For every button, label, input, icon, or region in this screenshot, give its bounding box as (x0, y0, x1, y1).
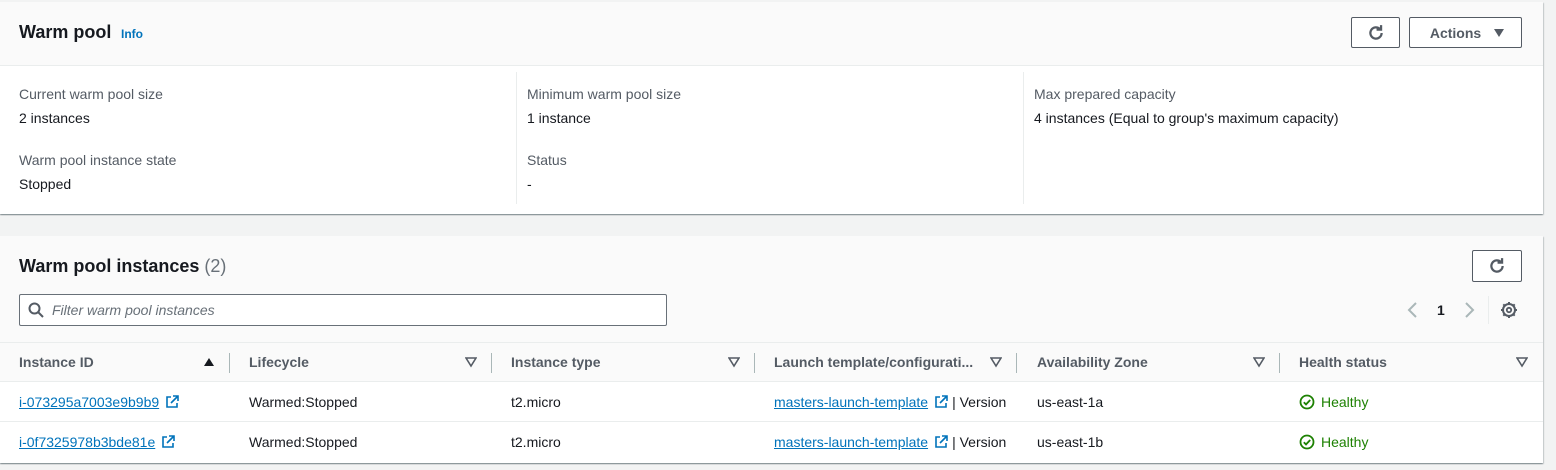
caret-down-icon (1494, 28, 1505, 37)
previous-page-button[interactable] (1406, 300, 1420, 320)
lifecycle-cell: Warmed:Stopped (249, 434, 358, 450)
details-column-1: Current warm pool size 2 instances Warm … (0, 72, 508, 204)
min-size-label: Minimum warm pool size (527, 86, 682, 102)
external-link-icon[interactable] (934, 435, 948, 449)
next-page-button[interactable] (1462, 300, 1476, 320)
table-row: i-0f7325978b3bde81e Warmed:Stopped t2.mi… (0, 422, 1543, 462)
column-header-instance-type[interactable]: Instance type (511, 343, 600, 381)
column-header-availability-zone[interactable]: Availability Zone (1037, 343, 1148, 381)
instance-id-link[interactable]: i-073295a7003e9b9b9 (19, 394, 159, 410)
search-icon (28, 302, 44, 318)
refresh-icon (1368, 24, 1383, 40)
details-column-3: Max prepared capacity 4 instances (Equal… (1023, 72, 1531, 204)
column-label: Instance type (511, 354, 601, 370)
table-row: i-073295a7003e9b9b9 Warmed:Stopped t2.mi… (0, 382, 1543, 422)
sort-caret-icon[interactable] (990, 356, 1002, 368)
launch-template-link[interactable]: masters-launch-template (774, 394, 928, 410)
refresh-icon (1490, 258, 1504, 273)
filter-search-box[interactable] (19, 294, 667, 326)
instances-title: Warm pool instances (2) (19, 256, 226, 277)
column-label: Launch template/configurati... (774, 354, 974, 370)
availability-zone-cell: us-east-1a (1037, 394, 1104, 410)
check-circle-icon (1299, 434, 1315, 450)
health-status-cell: Healthy (1299, 422, 1368, 462)
status-value: - (527, 176, 532, 192)
column-label: Lifecycle (249, 354, 309, 370)
health-status-text: Healthy (1321, 394, 1369, 410)
sort-caret-icon[interactable] (1516, 356, 1528, 368)
instances-title-text: Warm pool instances (19, 256, 200, 276)
version-text: | Version (952, 434, 1007, 450)
max-capacity-label: Max prepared capacity (1034, 86, 1176, 102)
column-resizer[interactable] (491, 353, 492, 373)
column-header-lifecycle[interactable]: Lifecycle (249, 343, 309, 381)
table-header-row: Instance ID Lifecycle Instance type Laun… (0, 343, 1543, 382)
instance-type-cell: t2.micro (511, 434, 561, 450)
column-header-instance-id[interactable]: Instance ID (19, 343, 94, 381)
version-text: | Version (952, 394, 1007, 410)
launch-template-cell: masters-launch-template | Version (774, 422, 1006, 462)
instance-state-label: Warm pool instance state (19, 152, 177, 168)
column-resizer[interactable] (1016, 353, 1017, 373)
column-resizer[interactable] (1279, 353, 1280, 373)
filter-input[interactable] (52, 302, 652, 318)
instances-table: Instance ID Lifecycle Instance type Laun… (0, 343, 1543, 462)
preferences-button[interactable] (1500, 300, 1518, 320)
column-label: Instance ID (19, 354, 94, 370)
health-status-text: Healthy (1321, 434, 1369, 450)
availability-zone-cell: us-east-1b (1037, 434, 1104, 450)
sort-caret-icon[interactable] (1253, 356, 1265, 368)
min-size-value: 1 instance (527, 110, 591, 126)
warm-pool-header: Warm pool Info Actions (0, 2, 1543, 66)
refresh-instances-button[interactable] (1472, 250, 1522, 282)
status-label: Status (527, 152, 567, 168)
current-size-label: Current warm pool size (19, 86, 163, 102)
instances-count: (2) (204, 256, 227, 276)
current-size-value: 2 instances (19, 110, 90, 126)
page-number-button[interactable]: 1 (1437, 300, 1445, 320)
column-resizer[interactable] (754, 353, 755, 373)
actions-label: Actions (1429, 24, 1482, 41)
column-header-launch-template[interactable]: Launch template/configurati... (774, 343, 973, 381)
instance-id-cell: i-073295a7003e9b9b9 (19, 382, 179, 422)
instance-id-cell: i-0f7325978b3bde81e (19, 422, 176, 462)
column-header-health-status[interactable]: Health status (1299, 343, 1387, 381)
pager-divider (1488, 296, 1489, 324)
external-link-icon[interactable] (161, 435, 176, 449)
instance-type-cell: t2.micro (511, 394, 561, 410)
sort-caret-icon[interactable] (465, 356, 477, 368)
launch-template-link[interactable]: masters-launch-template (774, 434, 928, 450)
launch-template-cell: masters-launch-template | Version (774, 382, 1006, 422)
warm-pool-title: Warm pool (19, 22, 112, 42)
warm-pool-instances-panel: Warm pool instances (2) 1 Instance ID (0, 236, 1543, 463)
info-link[interactable]: Info (121, 27, 143, 41)
external-link-icon[interactable] (934, 395, 948, 409)
column-label: Availability Zone (1037, 354, 1148, 370)
details-column-2: Minimum warm pool size 1 instance Status… (516, 72, 1024, 204)
warm-pool-panel: Warm pool Info Actions Current warm pool… (0, 2, 1543, 214)
chevron-left-icon (1407, 302, 1417, 318)
check-circle-icon (1299, 394, 1315, 410)
health-status-cell: Healthy (1299, 382, 1368, 422)
instances-header: Warm pool instances (2) 1 (0, 236, 1543, 343)
column-label: Health status (1299, 354, 1387, 370)
max-capacity-value: 4 instances (Equal to group's maximum ca… (1034, 110, 1339, 126)
instance-state-value: Stopped (19, 176, 72, 192)
lifecycle-cell: Warmed:Stopped (249, 394, 358, 410)
actions-dropdown-button[interactable]: Actions (1409, 17, 1522, 48)
refresh-button[interactable] (1351, 17, 1400, 48)
instance-id-link[interactable]: i-0f7325978b3bde81e (19, 434, 155, 450)
gear-icon (1501, 302, 1517, 318)
external-link-icon[interactable] (165, 395, 179, 409)
sort-ascending-icon[interactable] (203, 356, 215, 368)
chevron-right-icon (1465, 302, 1475, 318)
sort-caret-icon[interactable] (728, 356, 740, 368)
column-resizer[interactable] (229, 353, 230, 373)
